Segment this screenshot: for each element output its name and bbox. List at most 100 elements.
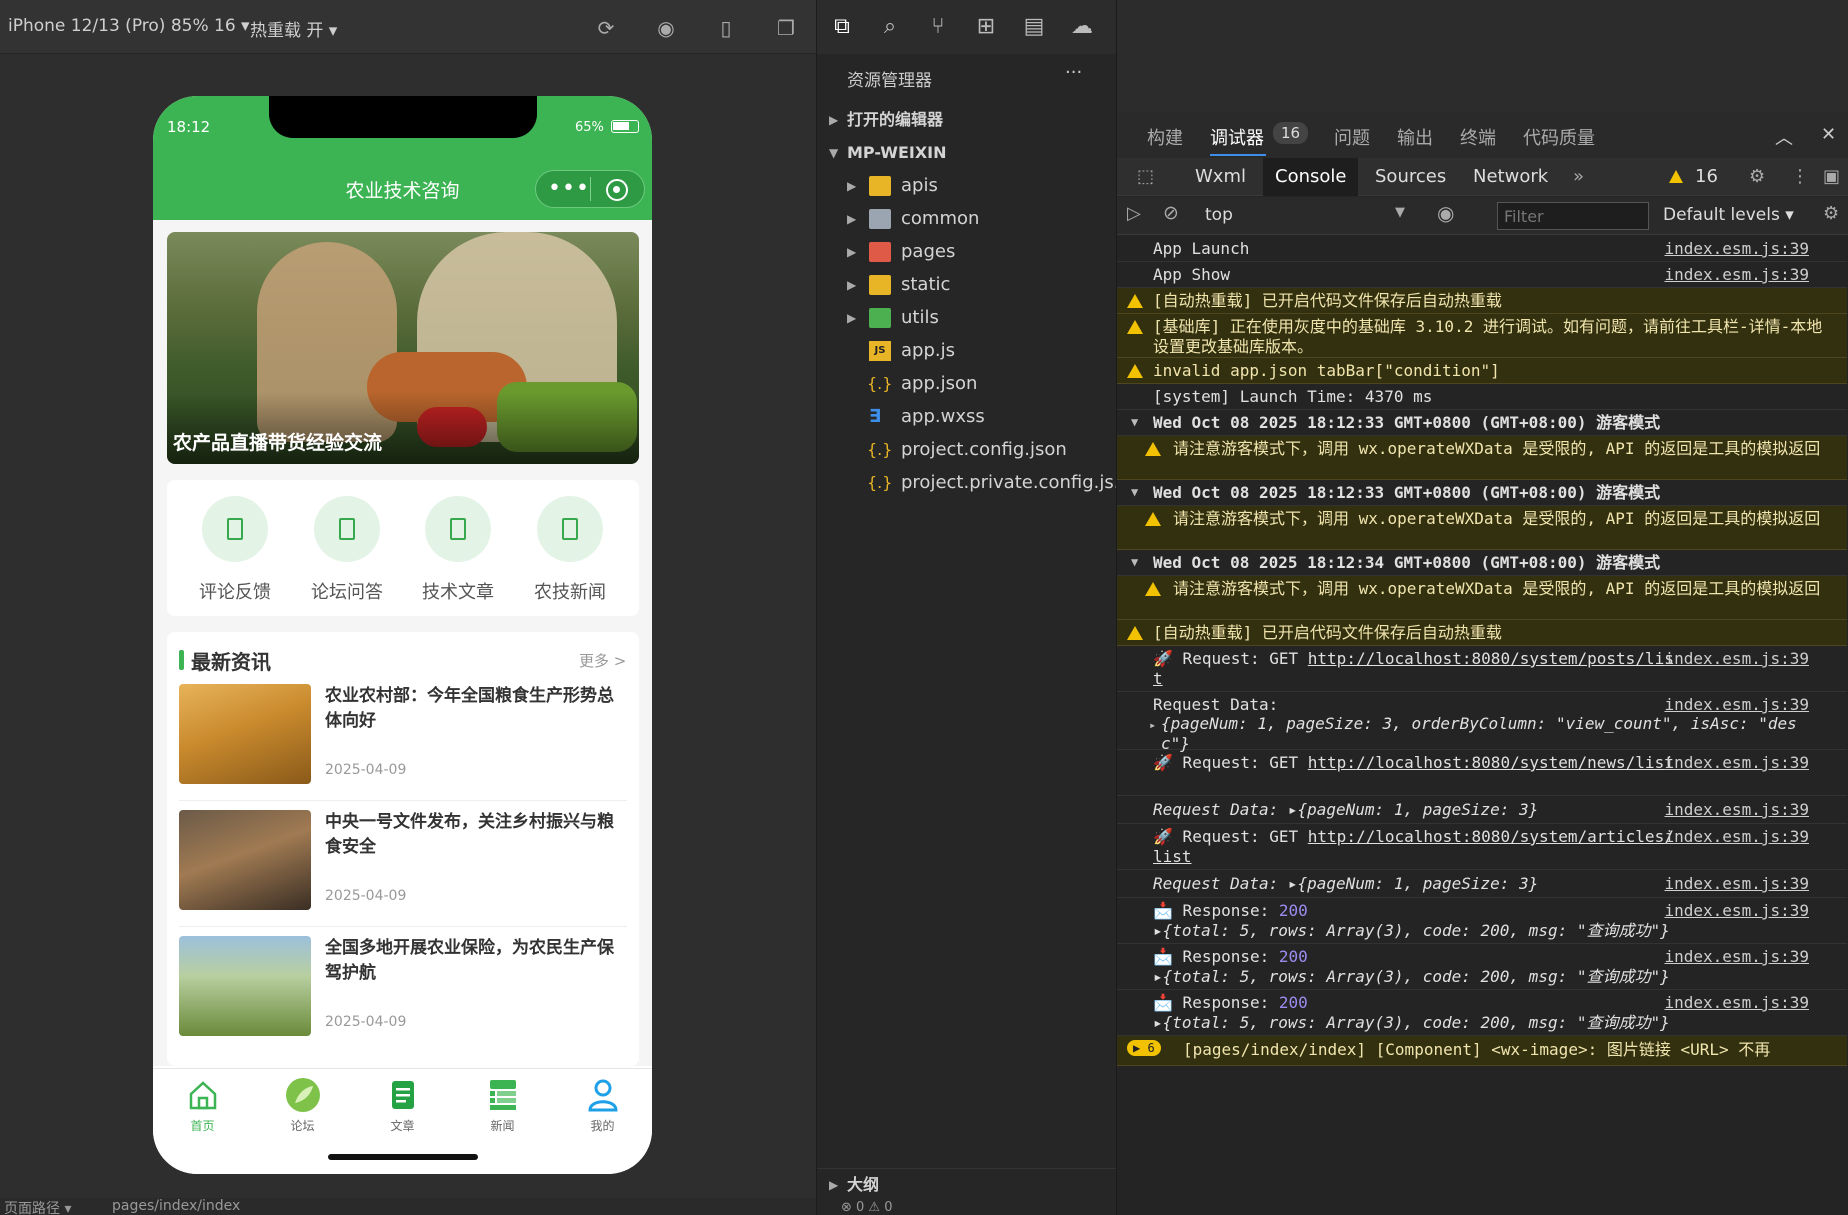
inspect-icon[interactable]: ⬚ (1125, 158, 1166, 196)
banner-carousel[interactable]: 农产品直播带货经验交流 (167, 232, 639, 464)
tree-item-projectprivateconfig[interactable]: {.} project.private.config.js... (817, 467, 1117, 499)
close-miniprogram-icon[interactable] (606, 179, 628, 201)
explorer-more-button[interactable]: ··· (1065, 62, 1082, 83)
source-link[interactable]: index.esm.js:39 (1665, 239, 1810, 258)
response-object[interactable]: ▸{total: 5, rows: Array(3), code: 200, m… (1153, 1013, 1823, 1033)
source-link[interactable]: index.esm.js:39 (1665, 874, 1810, 893)
news-item[interactable]: 中央一号文件发布，关注乡村振兴与粮食安全 2025-04-09 (179, 810, 627, 930)
request-url-link[interactable]: http://localhost:8080/system/news/list (1308, 753, 1674, 772)
response-object[interactable]: ▸{total: 5, rows: Array(3), code: 200, m… (1153, 921, 1823, 941)
hotreload-toggle[interactable]: 热重载 开 ▾ (250, 16, 337, 41)
tab-output[interactable]: 输出 (1397, 124, 1433, 150)
repeat-count-badge[interactable]: ▶ 6 (1127, 1040, 1161, 1056)
tab-code-quality[interactable]: 代码质量 (1523, 124, 1595, 150)
dock-icon[interactable]: ▣ (1811, 158, 1848, 196)
tab-debugger[interactable]: 调试器 (1210, 124, 1264, 150)
docker-icon[interactable]: ☁ (1069, 14, 1095, 40)
tab-terminal[interactable]: 终端 (1460, 124, 1496, 150)
collapse-icon[interactable]: ︿ (1775, 124, 1793, 150)
news-item[interactable]: 农业农村部：今年全国粮食生产形势总体向好 2025-04-09 (179, 684, 627, 804)
settings-icon[interactable]: ⚙ (1737, 158, 1777, 196)
response-object[interactable]: ▸{total: 5, rows: Array(3), code: 200, m… (1153, 967, 1823, 987)
console-group-header[interactable]: ▼ Wed Oct 08 2025 18:12:33 GMT+0800 (GMT… (1117, 410, 1847, 436)
tab-articles[interactable]: 文章 (353, 1077, 452, 1134)
tree-item-common[interactable]: ▶ common (817, 203, 1117, 235)
context-selector[interactable]: top ▼ (1205, 205, 1415, 229)
tree-item-appjs[interactable]: JS app.js (817, 335, 1117, 367)
tab-build[interactable]: 构建 (1147, 124, 1183, 150)
folder-icon (869, 308, 891, 328)
refresh-icon[interactable]: ⟳ (594, 16, 618, 40)
stop-icon[interactable]: ◉ (654, 16, 678, 40)
source-link[interactable]: index.esm.js:39 (1665, 800, 1810, 819)
subtab-wxml[interactable]: Wxml (1183, 158, 1258, 196)
subtab-network[interactable]: Network (1461, 158, 1560, 196)
console-warning: 请注意游客模式下，调用 wx.operateWXData 是受限的, API 的… (1117, 436, 1847, 480)
news-item[interactable]: 全国多地开展农业保险，为农民生产保驾护航 2025-04-09 (179, 936, 627, 1056)
log-levels-dropdown[interactable]: Default levels ▾ (1663, 205, 1794, 225)
source-link[interactable]: index.esm.js:39 (1665, 753, 1810, 772)
quick-item-forum[interactable]: 论坛问答 (297, 496, 397, 604)
console-settings-icon[interactable]: ⚙ (1823, 203, 1839, 224)
problems-counter[interactable]: ⊗ 0 ⚠ 0 (841, 1200, 893, 1215)
tree-item-appwxss[interactable]: ∃ app.wxss (817, 401, 1117, 433)
warning-count[interactable]: 16 (1683, 158, 1730, 196)
more-dots-icon[interactable]: ••• (548, 176, 590, 201)
phone-icon[interactable]: ▯ (714, 16, 738, 40)
close-icon[interactable]: ✕ (1821, 124, 1836, 145)
json-file-icon: {.} (867, 473, 893, 492)
root-folder[interactable]: ▼ MP-WEIXIN (817, 137, 1117, 169)
tree-item-utils[interactable]: ▶ utils (817, 302, 1117, 334)
warning-icon (1127, 364, 1143, 378)
device-selector[interactable]: iPhone 12/13 (Pro) 85% 16 ▾ (8, 16, 250, 36)
warning-icon (1145, 442, 1161, 456)
tab-home[interactable]: 首页 (153, 1077, 252, 1134)
source-link[interactable]: index.esm.js:39 (1665, 901, 1810, 920)
source-link[interactable]: index.esm.js:39 (1665, 947, 1810, 966)
files-icon[interactable]: ⧉ (829, 14, 855, 40)
battery-text: 65% (575, 120, 604, 135)
live-expression-eye-icon[interactable]: ◉ (1437, 201, 1454, 225)
filter-input[interactable] (1497, 202, 1649, 230)
console-output: App Launch index.esm.js:39 App Show inde… (1117, 236, 1848, 1215)
quick-item-news[interactable]: 农技新闻 (520, 496, 620, 604)
panel-icon[interactable]: ▤ (1021, 14, 1047, 40)
tab-profile[interactable]: 我的 (553, 1077, 652, 1134)
js-file-icon: JS (869, 341, 891, 361)
more-link[interactable]: 更多 > (579, 650, 626, 671)
open-editors-section[interactable]: ▶ 打开的编辑器 (817, 104, 1117, 136)
request-data-object[interactable]: Request Data: ▸{pageNum: 1, pageSize: 3} (1153, 800, 1677, 820)
tree-item-apis[interactable]: ▶ apis (817, 170, 1117, 202)
console-group-header[interactable]: ▼ Wed Oct 08 2025 18:12:34 GMT+0800 (GMT… (1117, 550, 1847, 576)
source-link[interactable]: index.esm.js:39 (1665, 993, 1810, 1012)
tree-item-projectconfig[interactable]: {.} project.config.json (817, 434, 1117, 466)
source-link[interactable]: index.esm.js:39 (1665, 695, 1810, 714)
sidebar-toggle-icon[interactable]: ▷ (1127, 203, 1141, 224)
clear-console-icon[interactable]: ⊘ (1163, 202, 1179, 224)
search-icon[interactable]: ⌕ (877, 14, 903, 40)
tab-news[interactable]: 新闻 (453, 1077, 552, 1134)
tree-item-pages[interactable]: ▶ pages (817, 236, 1117, 268)
menu-capsule[interactable]: ••• (535, 170, 645, 208)
tab-forum[interactable]: 论坛 (253, 1077, 352, 1134)
source-control-icon[interactable]: ⑂ (925, 14, 951, 40)
quick-item-feedback[interactable]: 评论反馈 (185, 496, 285, 604)
subtab-sources[interactable]: Sources (1363, 158, 1458, 196)
extensions-icon[interactable]: ⊞ (973, 14, 999, 40)
request-data-object[interactable]: Request Data: ▸{pageNum: 1, pageSize: 3} (1153, 874, 1677, 894)
request-data-object[interactable]: {pageNum: 1, pageSize: 3, orderByColumn:… (1161, 714, 1823, 754)
tree-item-appjson[interactable]: {.} app.json (817, 368, 1117, 400)
outline-section[interactable]: ▶ 大纲 (817, 1168, 1117, 1200)
console-group-header[interactable]: ▼ Wed Oct 08 2025 18:12:33 GMT+0800 (GMT… (1117, 480, 1847, 506)
popout-icon[interactable]: ❐ (774, 16, 798, 40)
source-link[interactable]: index.esm.js:39 (1665, 265, 1810, 284)
more-tabs-icon[interactable]: » (1561, 158, 1596, 196)
quick-item-articles[interactable]: 技术文章 (408, 496, 508, 604)
tree-item-static[interactable]: ▶ static (817, 269, 1117, 301)
source-link[interactable]: index.esm.js:39 (1665, 827, 1810, 846)
source-link[interactable]: index.esm.js:39 (1665, 649, 1810, 668)
tab-problems[interactable]: 问题 (1334, 124, 1370, 150)
subtab-console[interactable]: Console (1263, 158, 1359, 196)
page-path-label[interactable]: 页面路径 ▾ (4, 1198, 71, 1215)
expand-caret-icon[interactable]: ▸ (1149, 718, 1156, 732)
